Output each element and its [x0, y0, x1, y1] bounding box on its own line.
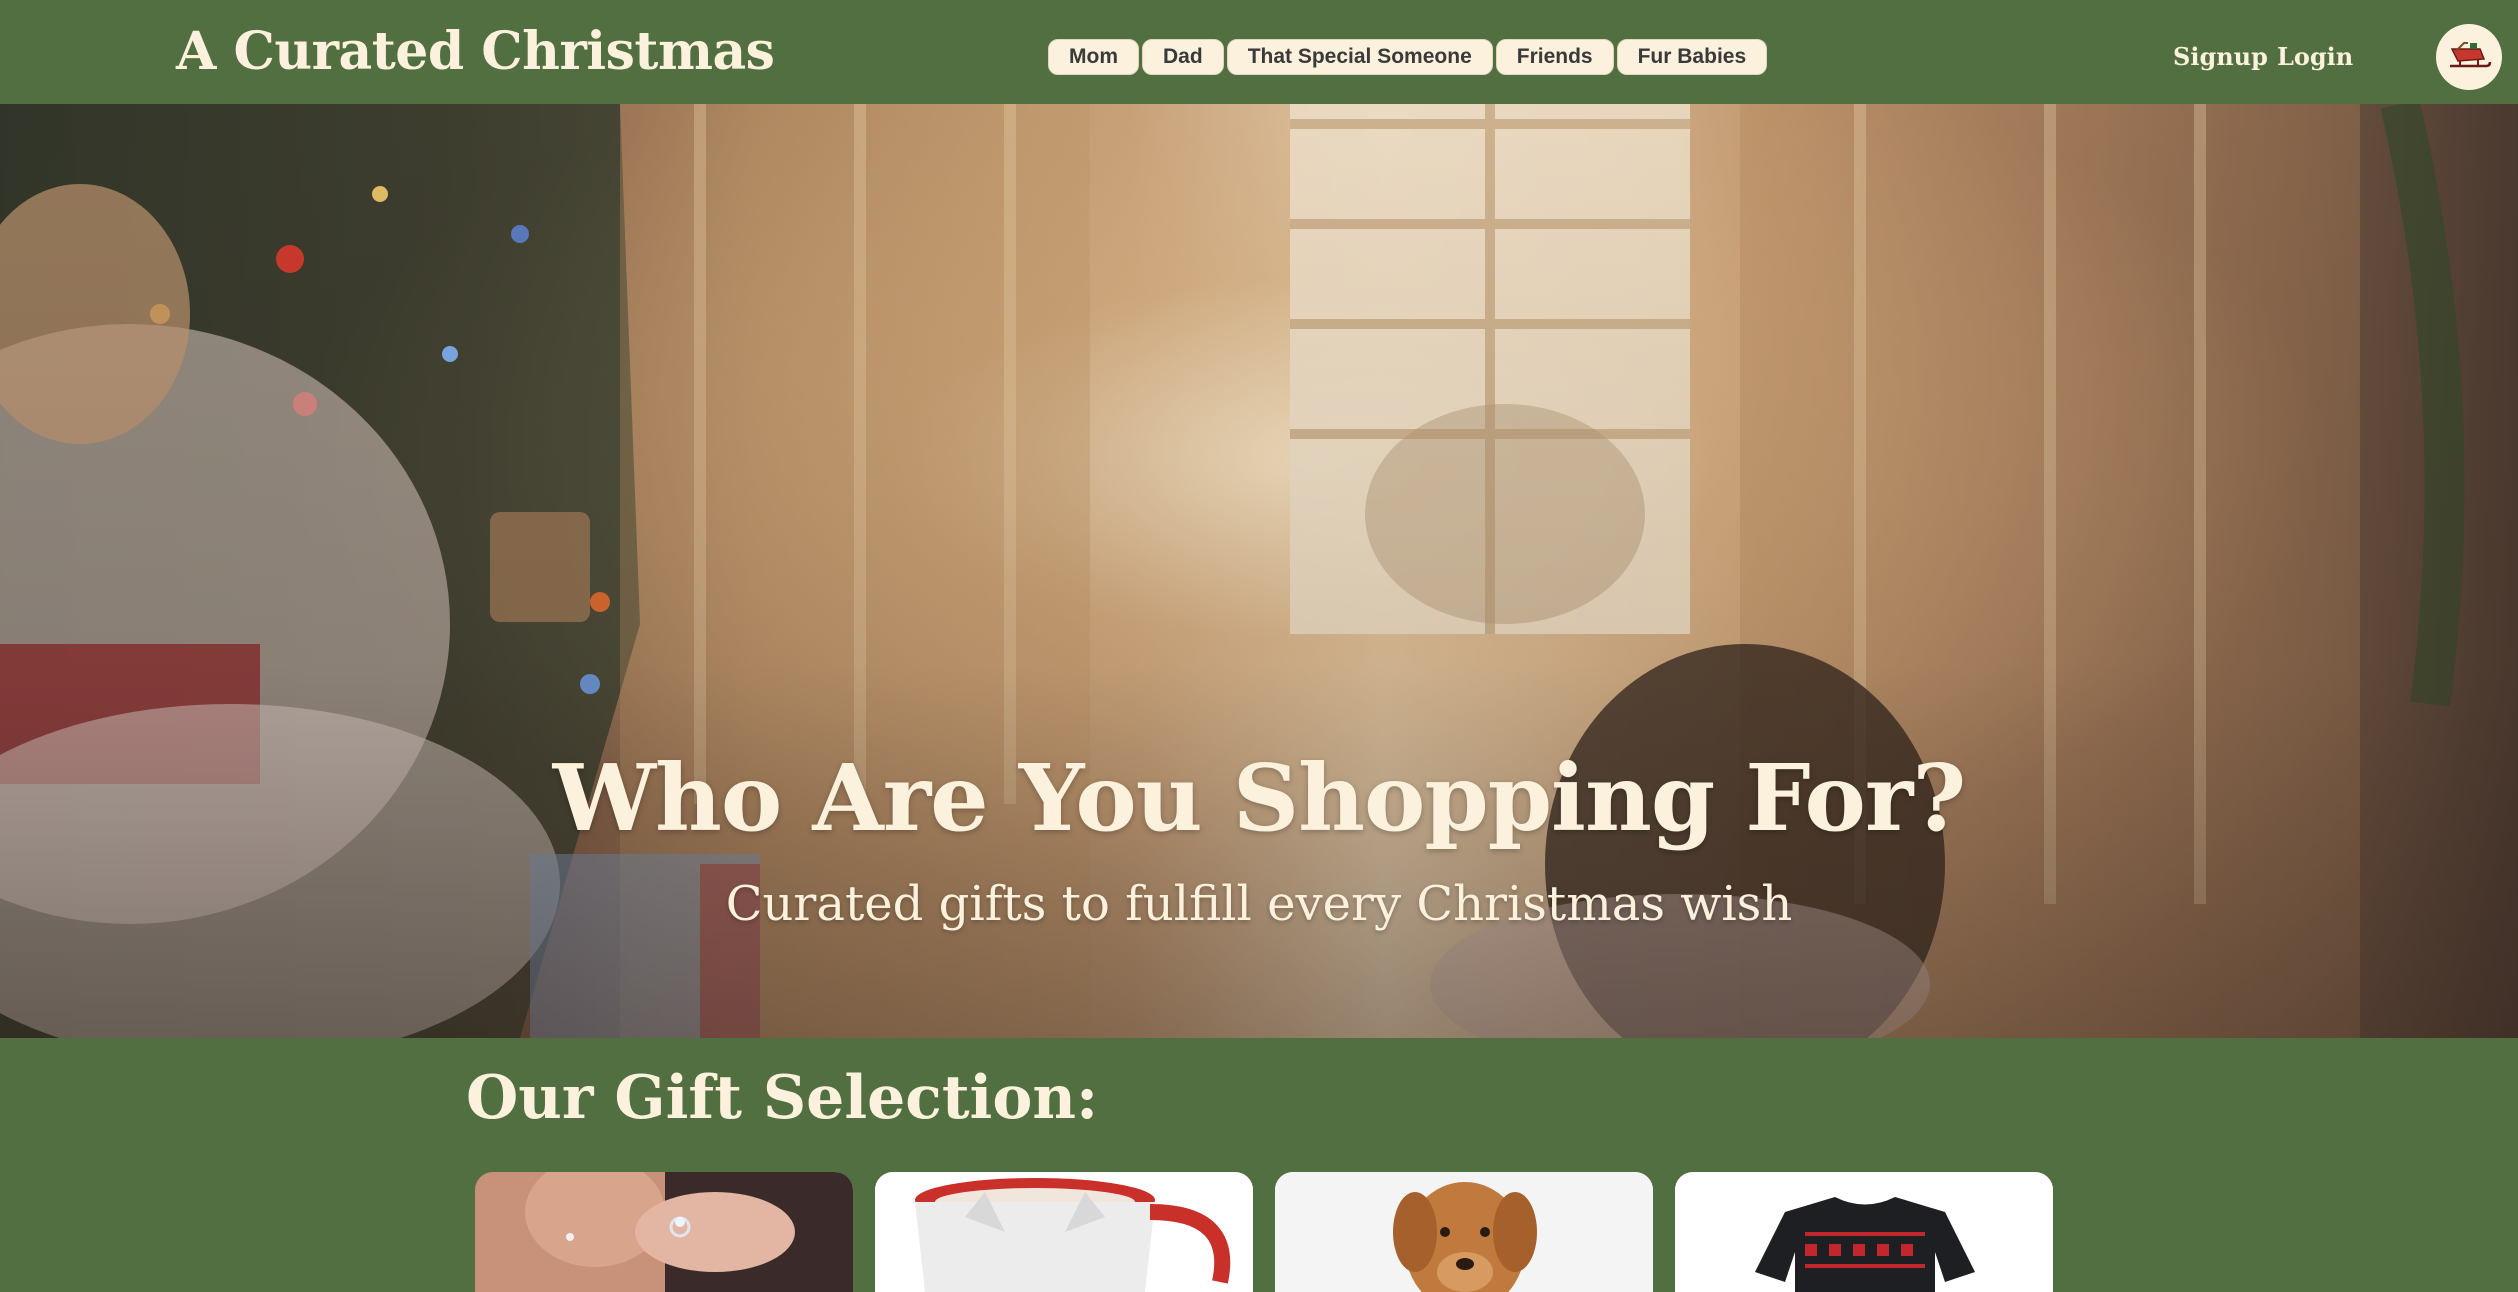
ring-photo: [475, 1172, 853, 1292]
profile-avatar[interactable]: [2436, 24, 2502, 90]
gift-card-mug[interactable]: [875, 1172, 1253, 1292]
signup-link[interactable]: Signup: [2173, 42, 2268, 71]
nav-button-friends[interactable]: Friends: [1495, 39, 1614, 75]
sweater-photo: [1675, 1172, 2053, 1292]
dog-photo: [1275, 1172, 1653, 1292]
hero-banner: Who Are You Shopping For? Curated gifts …: [0, 104, 2518, 1038]
gift-selection-title: Our Gift Selection:: [466, 1063, 1099, 1133]
nav-button-special-someone[interactable]: That Special Someone: [1226, 39, 1493, 75]
category-nav: Mom Dad That Special Someone Friends Fur…: [1048, 39, 1768, 75]
mug-photo: [875, 1172, 1253, 1292]
nav-button-mom[interactable]: Mom: [1048, 39, 1139, 75]
nav-button-dad[interactable]: Dad: [1142, 39, 1224, 75]
brand-title[interactable]: A Curated Christmas: [176, 26, 775, 78]
login-link[interactable]: Login: [2277, 42, 2353, 71]
hero-subtitle: Curated gifts to fulfill every Christmas…: [725, 876, 1793, 932]
nav-button-fur-babies[interactable]: Fur Babies: [1616, 39, 1768, 75]
site-header: A Curated Christmas Mom Dad That Special…: [0, 0, 2518, 104]
gift-card-grid: [475, 1172, 2053, 1292]
hero-title: Who Are You Shopping For?: [552, 744, 1967, 852]
sleigh-icon: [2450, 42, 2492, 68]
gift-card-sweater[interactable]: [1675, 1172, 2053, 1292]
gift-card-ring[interactable]: [475, 1172, 853, 1292]
gift-card-dog[interactable]: [1275, 1172, 1653, 1292]
